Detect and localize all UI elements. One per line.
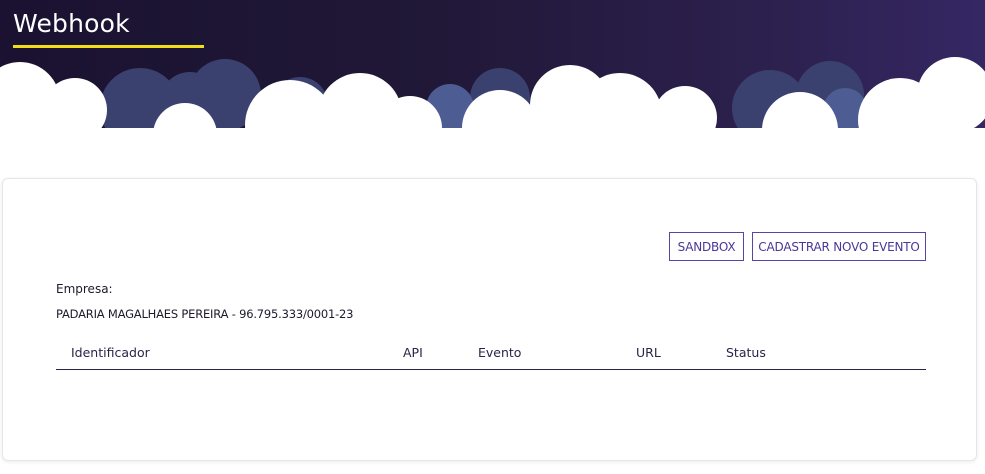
column-header-evento: Evento xyxy=(478,345,522,360)
webhook-card: SANDBOX CADASTRAR NOVO EVENTO Empresa: P… xyxy=(2,178,977,461)
column-header-identificador: Identificador xyxy=(71,345,150,360)
page-header: Webhook xyxy=(0,0,985,175)
clouds-illustration xyxy=(0,57,985,175)
company-value: PADARIA MAGALHAES PEREIRA - 96.795.333/0… xyxy=(56,307,354,321)
sandbox-button[interactable]: SANDBOX xyxy=(669,232,744,261)
page-title: Webhook xyxy=(13,9,130,38)
column-header-url: URL xyxy=(636,345,661,360)
new-event-button[interactable]: CADASTRAR NOVO EVENTO xyxy=(752,232,926,261)
column-header-api: API xyxy=(403,345,423,360)
table-header: Identificador API Evento URL Status xyxy=(56,339,926,370)
title-underline xyxy=(13,45,204,48)
column-header-status: Status xyxy=(726,345,766,360)
company-label: Empresa: xyxy=(56,282,113,296)
